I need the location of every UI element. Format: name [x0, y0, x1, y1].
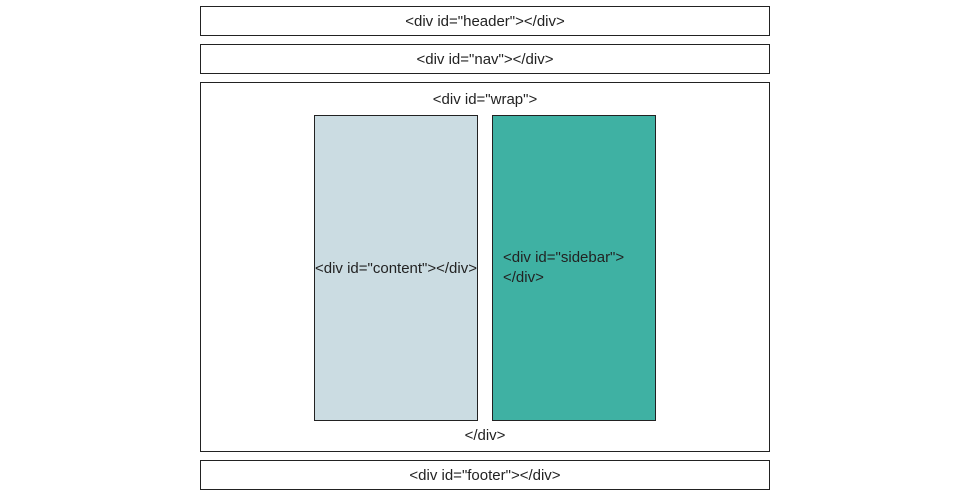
wrap-region: <div id="wrap"> <div id="content"></div>…: [200, 82, 770, 452]
wrap-open-label: <div id="wrap">: [433, 89, 537, 115]
footer-label: <div id="footer"></div>: [409, 467, 560, 484]
header-region: <div id="header"></div>: [200, 6, 770, 36]
sidebar-region: <div id="sidebar"> </div>: [492, 115, 656, 421]
nav-region: <div id="nav"></div>: [200, 44, 770, 74]
header-label: <div id="header"></div>: [405, 13, 565, 30]
content-region: <div id="content"></div>: [314, 115, 478, 421]
wrap-close-label: </div>: [465, 421, 506, 447]
layout-diagram: <div id="header"></div> <div id="nav"></…: [200, 6, 770, 490]
footer-region: <div id="footer"></div>: [200, 460, 770, 490]
sidebar-line1: <div id="sidebar">: [503, 249, 624, 266]
content-label: <div id="content"></div>: [315, 260, 477, 277]
sidebar-label: <div id="sidebar"> </div>: [503, 248, 624, 289]
nav-label: <div id="nav"></div>: [417, 51, 554, 68]
sidebar-line2: </div>: [503, 269, 544, 286]
wrap-inner-row: <div id="content"></div> <div id="sideba…: [314, 115, 656, 421]
